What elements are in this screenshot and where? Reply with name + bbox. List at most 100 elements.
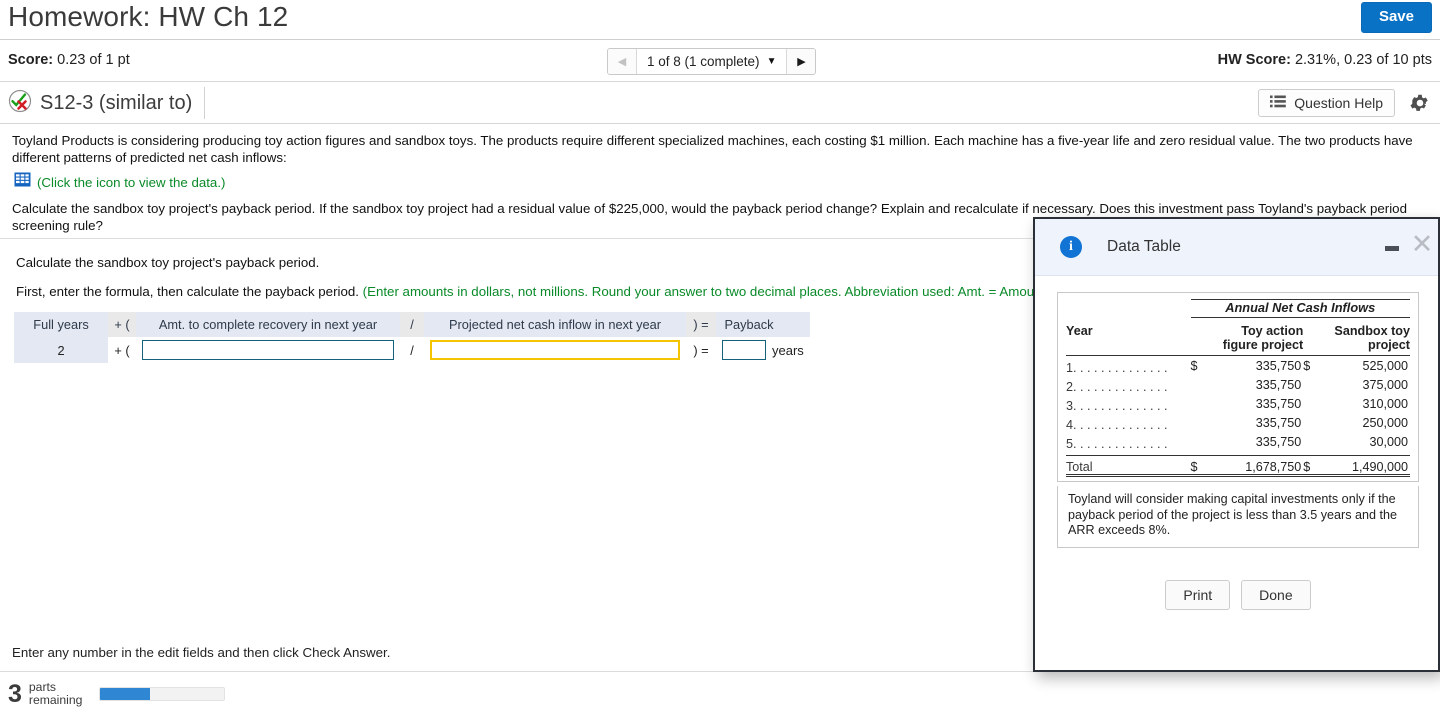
amt-recovery-input[interactable] <box>142 340 394 360</box>
col-header-sandbox-line2: project <box>1317 338 1410 356</box>
question-stem: Toyland Products is considering producin… <box>12 133 1413 165</box>
progress-bar <box>99 687 226 701</box>
row-toy-value: 335,750 <box>1204 432 1304 456</box>
row-toy-value: 335,750 <box>1255 415 1302 430</box>
row-sandbox-value: 310,000 <box>1362 396 1408 411</box>
dialog-note: Toyland will consider making capital inv… <box>1068 492 1398 537</box>
dialog-body: Annual Net Cash Inflows Year Toy action … <box>1035 276 1438 610</box>
header-amt-recovery: Amt. to complete recovery in next year <box>158 317 378 332</box>
data-table: Annual Net Cash Inflows Year Toy action … <box>1066 299 1410 477</box>
value-divide: / <box>400 337 424 363</box>
table-row: 3. . . . . . . . . . . . . . 335,750 310,0… <box>1066 394 1410 414</box>
row-sandbox-dollar: $ <box>1303 358 1311 373</box>
payback-input[interactable] <box>722 340 766 360</box>
col-header-toy-line2: figure project <box>1204 338 1304 356</box>
score-label: Score: <box>8 52 54 68</box>
row-toy-dollar: $ <box>1190 358 1198 373</box>
data-table-dialog: i Data Table ✕ Annual Net Cash Inflows Y… <box>1033 217 1440 672</box>
projected-inflow-input[interactable] <box>430 340 680 360</box>
table-rows: 1. . . . . . . . . . . . . . $335,750 $525… <box>1066 356 1410 456</box>
table-row: 4. . . . . . . . . . . . . . 335,750 250,0… <box>1066 413 1410 433</box>
total-sandbox-dollar: $ <box>1303 460 1311 474</box>
table-row: 5. . . . . . . . . . . . . . 335,750 30,00… <box>1066 432 1410 456</box>
part-instruction-green: (Enter amounts in dollars, not millions.… <box>362 284 1054 299</box>
data-table-link[interactable]: (Click the icon to view the data.) <box>0 172 1440 192</box>
question-help-label: Question Help <box>1294 95 1383 111</box>
part-instruction-black: First, enter the formula, then calculate… <box>16 284 359 299</box>
header-divide: / <box>400 312 424 337</box>
payback-cell: years <box>716 337 810 363</box>
table-group-header-row: Annual Net Cash Inflows <box>1066 299 1410 318</box>
score-display: Score: 0.23 of 1 pt <box>8 52 130 68</box>
question-select-label: 1 of 8 (1 complete) <box>647 54 760 69</box>
total-label: Total <box>1066 460 1093 474</box>
col-header-year: Year <box>1066 323 1093 338</box>
row-toy-dollar <box>1191 394 1205 413</box>
score-bar: Score: 0.23 of 1 pt ◀ 1 of 8 (1 complete… <box>0 40 1440 82</box>
formula-header-row: Full years + ( Amt. to complete recovery… <box>14 312 810 337</box>
parts-label-line2: remaining <box>28 693 83 707</box>
list-icon <box>1270 95 1287 111</box>
exercise-identifier: S12-3 (similar to) <box>8 87 206 119</box>
exercise-bar: S12-3 (similar to) Question Help <box>0 82 1440 124</box>
score-value: 0.23 of 1 pt <box>57 52 130 68</box>
question-help-button[interactable]: Question Help <box>1258 89 1395 117</box>
gear-icon[interactable] <box>1409 92 1431 119</box>
title-bar: Homework: HW Ch 12 Save <box>0 0 1440 40</box>
print-button[interactable]: Print <box>1165 579 1231 610</box>
dialog-title: Data Table <box>1107 238 1181 255</box>
header-payback: Payback <box>724 317 774 332</box>
row-sandbox-value: 30,000 <box>1317 432 1410 456</box>
info-icon: i <box>1060 236 1082 258</box>
col-header-sandbox-line1: Sandbox toy <box>1334 324 1410 338</box>
row-toy-value: 335,750 <box>1255 377 1302 392</box>
payback-formula-table: Full years + ( Amt. to complete recovery… <box>14 312 810 363</box>
row-sandbox-value: 250,000 <box>1362 415 1408 430</box>
col-header-toy-line1: Toy action <box>1241 324 1304 338</box>
amt-recovery-cell <box>136 337 400 363</box>
dialog-note-wrap: Toyland will consider making capital inv… <box>1057 486 1419 548</box>
row-sandbox-dollar <box>1303 375 1317 394</box>
value-full-years: 2 <box>14 337 108 363</box>
total-toy-value: 1,678,750 <box>1245 460 1302 474</box>
prev-question-button[interactable]: ◀ <box>608 49 637 74</box>
row-year-label: 1. . . . . . . . . . . . . . <box>1066 361 1168 375</box>
row-sandbox-value: 525,000 <box>1362 358 1408 373</box>
row-sandbox-dollar <box>1303 432 1318 456</box>
projected-inflow-cell <box>424 337 686 363</box>
exercise-id-label: S12-3 (similar to) <box>40 91 193 114</box>
data-table-box: Annual Net Cash Inflows Year Toy action … <box>1057 292 1419 482</box>
close-icon[interactable]: ✕ <box>1409 231 1435 258</box>
payback-units: years <box>772 342 804 358</box>
header-close-equals: ) = <box>686 312 716 337</box>
header-projected-inflow: Projected net cash inflow in next year <box>449 317 661 332</box>
row-sandbox-dollar <box>1303 413 1317 432</box>
value-plus-paren: + ( <box>108 337 136 363</box>
hw-score-label: HW Score: <box>1217 52 1291 68</box>
spreadsheet-icon[interactable] <box>14 172 31 192</box>
value-close-equals: ) = <box>686 337 716 363</box>
header-full-years: Full years <box>33 317 89 332</box>
row-toy-dollar <box>1191 375 1205 394</box>
dialog-buttons: Print Done <box>1057 579 1419 610</box>
question-navigator: ◀ 1 of 8 (1 complete) ▼ ▶ <box>607 48 817 75</box>
header-plus-paren: + ( <box>108 312 136 337</box>
page-title: Homework: HW Ch 12 <box>8 1 289 32</box>
question-select[interactable]: 1 of 8 (1 complete) ▼ <box>637 49 787 74</box>
done-button[interactable]: Done <box>1241 579 1311 610</box>
minimize-icon[interactable] <box>1385 246 1399 251</box>
hw-score-value: 2.31%, 0.23 of 10 pts <box>1294 52 1432 68</box>
save-button[interactable]: Save <box>1360 2 1432 33</box>
bottom-bar: 3 parts remaining Clear All Check Answer… <box>0 672 1440 728</box>
row-year-label: 3. . . . . . . . . . . . . . <box>1066 399 1168 413</box>
parts-remaining-count: 3 <box>8 679 22 708</box>
formula-value-row: 2 + ( / ) = years <box>14 337 810 363</box>
group-header-annual-net-cash-inflows: Annual Net Cash Inflows <box>1190 299 1410 318</box>
hw-score-display: HW Score: 2.31%, 0.23 of 10 pts <box>1218 52 1432 68</box>
row-year-label: 4. . . . . . . . . . . . . . <box>1066 418 1168 432</box>
row-sandbox-value: 375,000 <box>1362 377 1408 392</box>
row-year-label: 2. . . . . . . . . . . . . . <box>1066 380 1168 394</box>
data-table-link-label[interactable]: (Click the icon to view the data.) <box>37 175 225 190</box>
next-question-button[interactable]: ▶ <box>786 49 816 74</box>
row-sandbox-dollar <box>1303 394 1317 413</box>
